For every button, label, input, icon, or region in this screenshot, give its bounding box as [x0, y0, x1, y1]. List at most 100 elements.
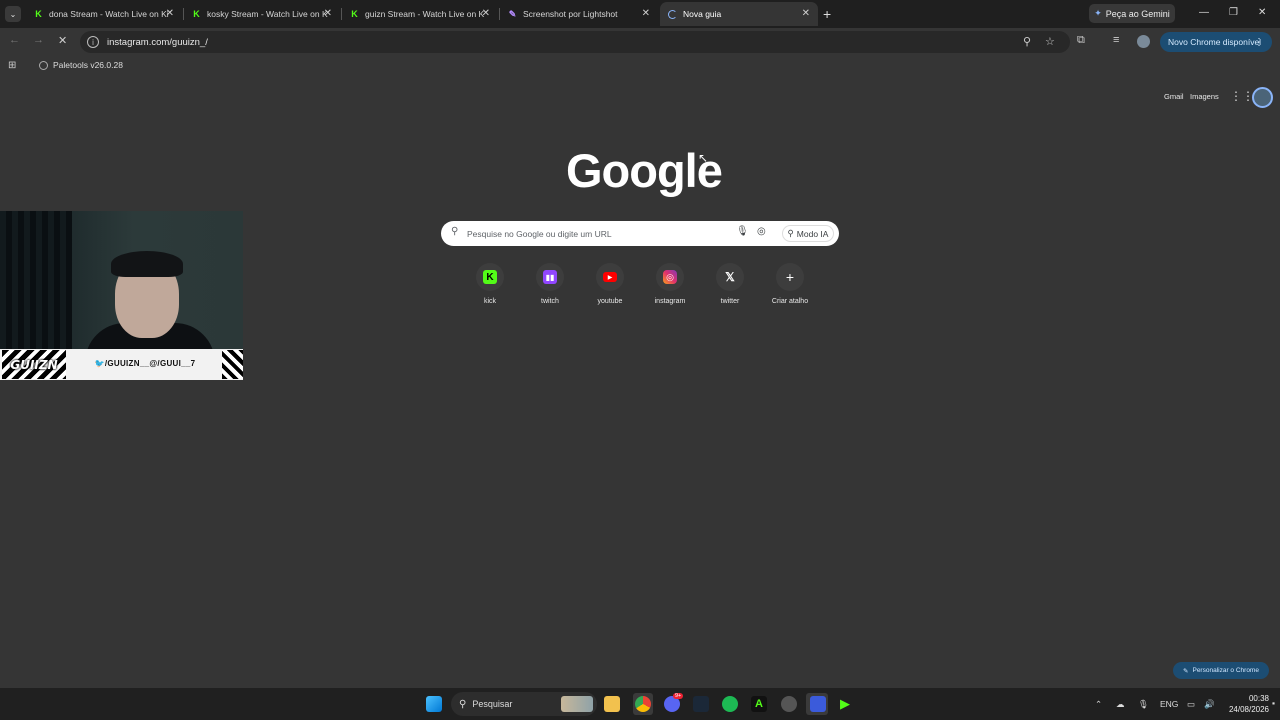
minimize-icon[interactable]: — [1199, 7, 1209, 18]
volume-icon[interactable]: 🔊 [1204, 699, 1215, 710]
twitch-icon: ▮▮ [543, 270, 557, 284]
onedrive-icon[interactable]: ☁ [1116, 699, 1125, 710]
x-icon: 𝕏 [725, 270, 735, 284]
customize-label: Personalizar o Chrome [1192, 667, 1259, 674]
tab-lightshot[interactable]: ✎ Screenshot por Lightshot ✕ [500, 2, 658, 26]
microphone-icon[interactable]: 🎙 [1138, 699, 1149, 710]
app-a-icon[interactable]: A [751, 696, 767, 712]
account-avatar[interactable] [1252, 87, 1273, 108]
bookmark-label: Paletools v26.0.28 [53, 60, 123, 70]
gmail-link[interactable]: Gmail [1164, 92, 1184, 101]
gemini-button[interactable]: ✦ Peça ao Gemini [1089, 4, 1175, 23]
shortcut-label: Criar atalho [771, 298, 809, 305]
search-input[interactable]: Pesquise no Google ou digite um URL [467, 229, 612, 239]
instagram-icon: ◎ [663, 270, 677, 284]
tab-kosky[interactable]: K kosky Stream - Watch Live on K ✕ [184, 2, 340, 26]
forward-icon[interactable]: → [33, 34, 44, 46]
extensions-icon[interactable]: ⧉ [1077, 34, 1085, 47]
close-icon[interactable]: ✕ [482, 8, 490, 19]
close-window-icon[interactable]: ✕ [1258, 7, 1266, 18]
chrome-icon[interactable] [635, 696, 651, 712]
globe-icon [39, 60, 48, 70]
search-icon: ⚲ [459, 698, 467, 710]
shortcut-label: twitter [720, 298, 740, 305]
media-control-icon[interactable]: ≡ [1113, 34, 1119, 46]
bookmark-paletools[interactable]: Paletools v26.0.28 [39, 60, 123, 70]
tray-chevron-icon[interactable]: ⌃ [1095, 699, 1102, 710]
bookmark-star-icon[interactable]: ☆ [1045, 35, 1055, 48]
address-bar[interactable]: i instagram.com/guuizn_/ ⚲ ☆ [80, 31, 1070, 53]
spotify-icon[interactable] [722, 696, 738, 712]
ea-app-icon[interactable] [810, 696, 826, 712]
taskbar-clock[interactable]: 00:38 24/08/2026 [1223, 693, 1269, 715]
search-icon: ⚲ [451, 226, 459, 237]
site-info-icon[interactable]: i [87, 36, 99, 48]
update-label: Novo Chrome disponível [1168, 37, 1262, 47]
close-icon[interactable]: ✕ [642, 8, 650, 19]
shortcut-twitter[interactable]: 𝕏 twitter [700, 263, 760, 305]
ai-mode-button[interactable]: ⚲ Modo IA [782, 225, 834, 242]
close-icon[interactable]: ✕ [802, 8, 810, 19]
network-icon[interactable]: ▭ [1187, 699, 1195, 710]
windows-taskbar: ⚲ Pesquisar 9+ A ▶ ⌃ ☁ 🎙 ENG ▭ 🔊 00:38 2… [0, 688, 1280, 720]
new-tab-button[interactable]: + [823, 6, 831, 22]
back-icon[interactable]: ← [9, 34, 20, 46]
shortcut-label: kick [483, 298, 497, 305]
language-indicator[interactable]: ENG [1160, 699, 1178, 709]
google-apps-icon[interactable]: ⋮⋮ [1230, 89, 1254, 103]
zoom-icon[interactable]: ⚲ [1023, 35, 1031, 48]
shortcut-youtube[interactable]: ▶ youtube [580, 263, 640, 305]
plus-icon: + [823, 6, 832, 22]
tab-guizn[interactable]: K guizn Stream - Watch Live on K ✕ [342, 2, 498, 26]
kebab-menu-icon[interactable]: ⋮ [1254, 37, 1264, 48]
close-icon[interactable]: ✕ [324, 8, 332, 19]
gemini-label: Peça ao Gemini [1105, 8, 1170, 19]
social-handles: 🐦/GUUIZN__@/GUUI__7 [94, 359, 196, 368]
shortcut-label: instagram [654, 298, 686, 305]
shortcut-kick[interactable]: K kick [460, 263, 520, 305]
ai-mode-label: Modo IA [796, 228, 829, 239]
app-icon[interactable] [781, 696, 797, 712]
file-explorer-icon[interactable] [604, 696, 620, 712]
webcam-banner: GUIIZN 🐦/GUUIZN__@/GUUI__7 [0, 349, 243, 380]
shortcut-instagram[interactable]: ◎ instagram [640, 263, 700, 305]
search-highlight-image [561, 696, 593, 712]
tab-dona[interactable]: K dona Stream - Watch Live on Ki ✕ [26, 2, 182, 26]
tab-nova-guia[interactable]: Nova guia ✕ [660, 2, 818, 26]
profile-avatar[interactable] [1137, 35, 1150, 48]
zebra-pattern [222, 350, 243, 379]
images-link[interactable]: Imagens [1190, 92, 1219, 101]
tab-title: kosky Stream - Watch Live on K [207, 9, 328, 19]
tab-title: Screenshot por Lightshot [523, 9, 618, 19]
webcam-overlay: GUIIZN 🐦/GUUIZN__@/GUUI__7 [0, 211, 243, 380]
streamer-logo-text: GUIIZN [10, 357, 58, 372]
notification-icon[interactable]: ▪ [1272, 698, 1275, 708]
update-chrome-button[interactable]: Novo Chrome disponível ⋮ [1160, 32, 1272, 52]
tab-list-button[interactable]: ⌄ [5, 6, 21, 22]
steam-icon[interactable] [693, 696, 709, 712]
search-box[interactable]: ⚲ Pesquise no Google ou digite um URL 🎙 … [441, 221, 839, 246]
clock-date: 24/08/2026 [1228, 705, 1269, 714]
stop-loading-icon[interactable]: ✕ [58, 34, 67, 47]
google-lens-icon[interactable]: ◎ [757, 226, 766, 237]
shortcut-label: twitch [541, 298, 559, 305]
shortcut-add[interactable]: + Criar atalho [760, 263, 820, 305]
kick-icon: K [351, 9, 358, 19]
tab-title: guizn Stream - Watch Live on K [365, 9, 485, 19]
kick-icon: K [35, 9, 42, 19]
url-text[interactable]: instagram.com/guuizn_/ [107, 37, 208, 48]
shortcut-label: youtube [597, 298, 623, 305]
close-icon[interactable]: ✕ [166, 8, 174, 19]
plus-icon: + [785, 269, 795, 285]
shortcut-twitch[interactable]: ▮▮ twitch [520, 263, 580, 305]
youtube-icon: ▶ [603, 272, 617, 282]
clock-time: 00:38 [1248, 694, 1269, 703]
windows-start-icon[interactable] [426, 696, 442, 712]
stream-app-icon[interactable]: ▶ [840, 696, 856, 712]
microphone-icon[interactable]: 🎙 [736, 226, 749, 237]
apps-grid-icon[interactable]: ⊞ [8, 60, 16, 71]
taskbar-search[interactable]: ⚲ Pesquisar [451, 692, 597, 716]
tab-title: Nova guia [683, 9, 722, 19]
restore-icon[interactable]: ❐ [1229, 7, 1238, 18]
customize-chrome-button[interactable]: ✎ Personalizar o Chrome [1173, 662, 1269, 679]
